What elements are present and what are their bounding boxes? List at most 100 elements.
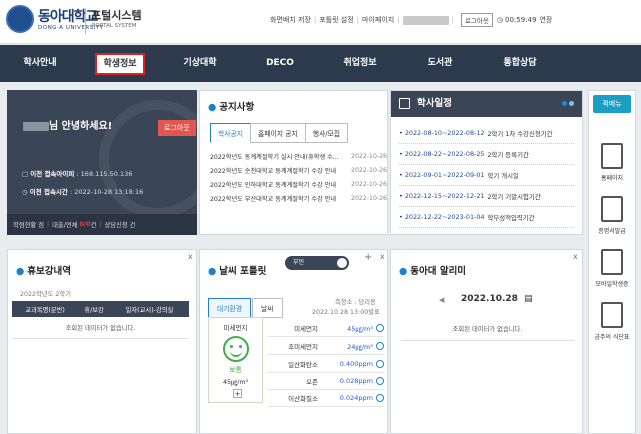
event-date: 2022-08-22~2022-08-25 xyxy=(404,150,485,158)
logout-button[interactable]: 로그아웃 xyxy=(158,120,196,136)
building-icon xyxy=(601,143,623,169)
list-item[interactable]: • 2022-08-22~2022-08-25 2학기 등록기간 xyxy=(399,144,574,165)
status-circle-icon xyxy=(376,324,384,332)
nav-item-academic-info[interactable]: 학사안내 xyxy=(0,45,80,82)
tab-homepage-notice[interactable]: 홈페이지 공지 xyxy=(250,123,306,143)
extend-session-button[interactable]: 연장 xyxy=(539,15,552,25)
main-nav: 학사안내 학생정보 기상대학 DECO 취업정보 도서관 통합상담 xyxy=(0,45,641,82)
list-item[interactable]: 2022학년도 순천대학교 동계계절학기 수강 안내 2022-10-26 xyxy=(210,163,387,177)
tab-weather[interactable]: 날씨 xyxy=(252,298,283,318)
tab-air-quality[interactable]: 대기환경 xyxy=(208,298,252,318)
weather-row: 오존 0.028ppm xyxy=(268,373,384,390)
status-circle-icon xyxy=(376,394,384,402)
add-icon[interactable]: + xyxy=(364,252,372,263)
credit-unit: 점 xyxy=(38,222,44,229)
metric-value: 0.024ppm xyxy=(339,394,373,402)
logo-title[interactable]: 동아대학교 xyxy=(38,6,98,26)
list-item[interactable]: • 2022-09-01~2022-09-01 학기 개시일 xyxy=(399,165,574,186)
quick-homepage[interactable]: 홈페이지 xyxy=(589,143,635,182)
quick-menu-diet[interactable]: 금주의 식단표 xyxy=(589,302,635,341)
nav-label: 취업정보 xyxy=(343,58,377,68)
credit-status-link[interactable]: 학점현황 xyxy=(13,220,36,229)
notice-date: 2022-10-26 xyxy=(351,180,387,188)
col-date-room: 일자(교시)-강의실 xyxy=(109,301,190,317)
notice-title: ● 공지사항 xyxy=(208,99,254,113)
list-item[interactable]: 2022학년도 동계계절학기 실시 안내(휴학생 수... 2022-10-26 xyxy=(210,149,387,163)
calendar-title: 학사일정 xyxy=(417,98,452,109)
metric-label: 오존 xyxy=(306,378,318,386)
tab-academic-notice[interactable]: 학사공지 xyxy=(210,123,252,143)
nav-item-deco[interactable]: DECO xyxy=(240,45,320,82)
close-icon[interactable]: x xyxy=(573,252,578,261)
quick-certificate[interactable]: 증명서발급 xyxy=(589,196,635,235)
calendar-picker-icon[interactable]: ▤ xyxy=(524,294,533,304)
utensils-icon xyxy=(601,302,623,328)
last-time-label: 이전 접속시간 xyxy=(29,188,68,196)
region-toggle[interactable]: 부민 xyxy=(285,256,349,270)
tab-events[interactable]: 행사/모집 xyxy=(304,123,349,143)
event-date: 2022-12-22~2023-01-04 xyxy=(404,213,485,221)
term-label: 2022학년도 2학기 xyxy=(20,291,71,298)
calendar-header: 학사일정 xyxy=(391,91,582,117)
status-circle-icon xyxy=(376,342,384,350)
nav-label: 통합상담 xyxy=(503,58,537,68)
empty-message: 조회된 데이터가 없습니다. xyxy=(452,326,523,333)
close-icon[interactable]: x xyxy=(380,252,385,261)
empty-message: 조회된 데이터가 없습니다. xyxy=(12,316,189,339)
divider xyxy=(401,340,574,341)
metric-label: 미세먼지 xyxy=(294,325,318,333)
alert-portlet: ● 동아대 알리미 x ◀ 2022.10.28 ▤ 조회된 데이터가 없습니다. xyxy=(390,249,583,434)
loan-status-link[interactable]: 대출/연체 xyxy=(52,220,77,229)
loan-unit: 건 xyxy=(90,222,97,229)
metric-label: 초미세먼지 xyxy=(288,343,318,351)
list-item[interactable]: • 2022-12-15~2022-12-21 2학기 기말시험기간 xyxy=(399,186,574,207)
counsel-unit: 건 xyxy=(129,222,136,229)
mypage-link[interactable]: 마이페이지 xyxy=(362,15,394,25)
quick-label: 금주의 식단표 xyxy=(594,334,630,341)
list-item[interactable]: 2022학년도 인하대학교 동계계절학기 수강 안내 2022-10-26 xyxy=(210,177,387,191)
loan-count: 0/0 xyxy=(79,221,91,228)
redacted-user-name xyxy=(23,121,49,131)
smile-face-icon xyxy=(222,336,249,362)
notice-date: 2022-10-26 xyxy=(351,152,387,160)
weather-row: 이산화질소 0.024ppm xyxy=(268,390,384,407)
prev-date-icon[interactable]: ◀ xyxy=(439,296,444,304)
pager-dots[interactable] xyxy=(562,101,574,106)
nav-item-college[interactable]: 기상대학 xyxy=(160,45,240,82)
close-icon[interactable]: x xyxy=(188,252,193,261)
quick-label: 모바일학생증 xyxy=(595,281,629,288)
nav-label: 도서관 xyxy=(427,58,453,68)
notice-text: 2022학년도 순천대학교 동계계절학기 수강 안내 xyxy=(210,167,337,175)
list-item[interactable]: 2022학년도 부산대학교 동계계절학기 수강 안내 2022-10-26 xyxy=(210,191,387,205)
leave-table: 교과목명(분반) 휴/보강 일자(교시)-강의실 조회된 데이터가 없습니다. xyxy=(11,301,190,339)
portlet-settings-link[interactable]: 포틀릿 설정 xyxy=(319,15,353,25)
notice-date: 2022-10-26 xyxy=(351,194,387,202)
status-circle-icon xyxy=(376,377,384,385)
greeting-text: 님 안녕하세요! xyxy=(49,121,113,132)
notice-title-text: 공지사항 xyxy=(219,102,255,113)
list-item[interactable]: • 2022-12-22~2023-01-04 학부성적입력기간 xyxy=(399,207,574,228)
quick-mobile-id[interactable]: 모바일학생증 xyxy=(589,249,635,288)
user-summary-bar: 학점현황 점 | 대출/연체 0/0 건 | 상담신청 건 xyxy=(7,214,197,235)
nav-item-library[interactable]: 도서관 xyxy=(400,45,480,82)
header-logout-button[interactable]: 로그아웃 xyxy=(460,13,493,27)
col-course: 교과목명(분반) xyxy=(11,301,79,317)
metric-value: 24㎍/m³ xyxy=(347,343,373,351)
nav-label: DECO xyxy=(266,58,294,68)
nav-item-student-info[interactable]: 학생정보 xyxy=(80,45,160,82)
weather-title-text: 날씨 포틀릿 xyxy=(219,266,267,277)
nav-item-counseling[interactable]: 통합상담 xyxy=(480,45,560,82)
counsel-request-link[interactable]: 상담신청 xyxy=(104,220,127,229)
university-seal-icon[interactable] xyxy=(6,5,34,33)
logo-divider xyxy=(85,8,86,34)
top-links: 화면배치 저장 | 포틀릿 설정 | 마이페이지 | | 로그아웃 ◷ 00:59:4… xyxy=(270,13,552,27)
event-text: 2학기 기말시험기간 xyxy=(487,192,541,201)
nav-item-employment[interactable]: 취업정보 xyxy=(320,45,400,82)
save-layout-link[interactable]: 화면배치 저장 xyxy=(270,15,311,25)
leave-portlet: ● 휴보강내역 x 2022학년도 2학기 xyxy=(7,249,197,434)
list-item[interactable]: • 2022-08-10~2022-08-12 2학기 1차 수강신청기간 xyxy=(399,123,574,144)
toggle-label: 부민 xyxy=(293,259,305,266)
expand-button[interactable]: + xyxy=(233,389,242,398)
last-ip-label: 이전 접속아이피 xyxy=(30,170,75,178)
metric-value: 0.028ppm xyxy=(339,377,373,385)
